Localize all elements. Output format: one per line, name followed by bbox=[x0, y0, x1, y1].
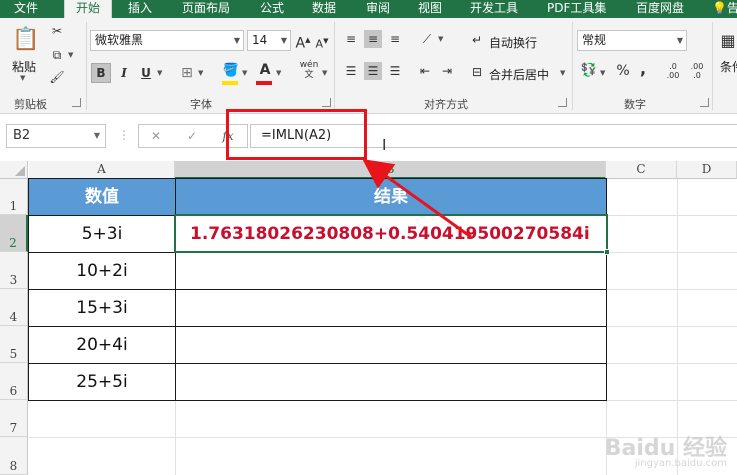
baidu-watermark: Baidu 经验 jingyan.baidu.com bbox=[604, 436, 727, 469]
annotation-arrow-line bbox=[362, 159, 472, 239]
annotation-arrow bbox=[362, 159, 472, 239]
